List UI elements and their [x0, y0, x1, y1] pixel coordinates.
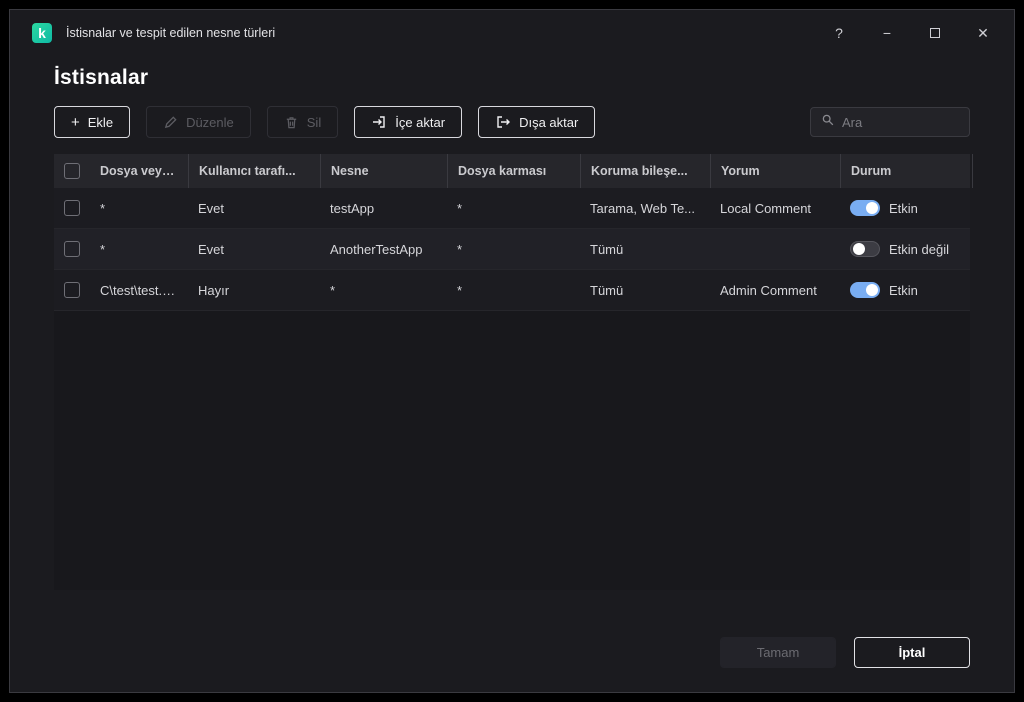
cell-object: testApp: [330, 200, 375, 216]
cell-user-added: Evet: [198, 200, 225, 216]
ok-button[interactable]: Tamam: [720, 637, 836, 668]
column-header-components[interactable]: Koruma bileşe...: [580, 154, 710, 188]
status-toggle[interactable]: [850, 241, 880, 257]
cell-hash: *: [457, 241, 463, 257]
minimize-button[interactable]: −: [878, 25, 896, 41]
edit-button-label: Düzenle: [186, 114, 234, 130]
column-header-spacer: [972, 154, 993, 188]
column-header-status[interactable]: Durum: [840, 154, 972, 188]
cell-hash: *: [457, 200, 463, 216]
toggle-knob: [866, 284, 878, 296]
toolbar: + Ekle Düzenle Sil İçe aktar Dışa aktar …: [10, 90, 1014, 138]
search-icon: [821, 113, 835, 132]
cell-hash: *: [457, 282, 463, 298]
add-button[interactable]: + Ekle: [54, 106, 131, 138]
status-label: Etkin: [889, 282, 918, 298]
table-row[interactable]: C\test\test.exe Hayır * * Tümü Admin Com…: [54, 270, 970, 311]
titlebar: k İstisnalar ve tespit edilen nesne türl…: [10, 10, 1014, 56]
cell-object: AnotherTestApp: [330, 241, 423, 257]
delete-button-label: Sil: [306, 114, 322, 130]
edit-button[interactable]: Düzenle: [146, 106, 251, 138]
column-header-file[interactable]: Dosya veya...: [90, 164, 188, 178]
column-header-hash[interactable]: Dosya karması: [447, 154, 580, 188]
cell-file: C\test\test.exe: [100, 282, 184, 298]
exclusions-table: Dosya veya... Kullanıcı tarafı... Nesne …: [54, 154, 973, 590]
toggle-knob: [866, 202, 878, 214]
import-button-label: İçe aktar: [395, 114, 446, 130]
window-title: İstisnalar ve tespit edilen nesne türler…: [66, 26, 276, 40]
pencil-icon: [163, 115, 178, 130]
cell-file: *: [100, 241, 106, 257]
dialog-window: k İstisnalar ve tespit edilen nesne türl…: [9, 9, 1015, 693]
cell-components: Tümü: [590, 282, 624, 298]
select-all-checkbox[interactable]: [64, 163, 80, 179]
cancel-button[interactable]: İptal: [854, 637, 970, 668]
page-title: İstisnalar: [54, 66, 149, 89]
cell-status: Etkin: [840, 282, 972, 298]
plus-icon: +: [71, 113, 80, 131]
table-row[interactable]: * Evet AnotherTestApp * Tümü Etkin değil: [54, 229, 970, 270]
export-button[interactable]: Dışa aktar: [478, 106, 596, 138]
import-button[interactable]: İçe aktar: [354, 106, 463, 138]
cell-components: Tarama, Web Te...: [590, 200, 696, 216]
import-icon: [371, 114, 387, 130]
column-header-object[interactable]: Nesne: [320, 154, 447, 188]
cell-comment: Local Comment: [720, 200, 812, 216]
dialog-footer: Tamam İptal: [10, 637, 1014, 692]
add-button-label: Ekle: [87, 114, 114, 130]
cell-status: Etkin: [840, 200, 972, 216]
cell-user-added: Evet: [198, 241, 225, 257]
maximize-icon: [930, 28, 940, 38]
search-input[interactable]: [842, 114, 959, 130]
cell-comment: Admin Comment: [720, 282, 817, 298]
export-icon: [495, 114, 511, 130]
row-checkbox[interactable]: [64, 200, 80, 216]
kaspersky-logo-icon: k: [32, 23, 52, 43]
column-header-comment[interactable]: Yorum: [710, 154, 840, 188]
table-empty-area: [54, 311, 970, 590]
help-button[interactable]: ?: [830, 25, 848, 41]
search-box[interactable]: [810, 107, 970, 137]
cell-status: Etkin değil: [840, 241, 972, 257]
status-toggle[interactable]: [850, 282, 880, 298]
row-checkbox[interactable]: [64, 282, 80, 298]
status-label: Etkin: [889, 200, 918, 216]
maximize-button[interactable]: [926, 25, 944, 41]
row-checkbox[interactable]: [64, 241, 80, 257]
column-header-user-added[interactable]: Kullanıcı tarafı...: [188, 154, 320, 188]
close-button[interactable]: ✕: [974, 25, 992, 42]
table-row[interactable]: * Evet testApp * Tarama, Web Te... Local…: [54, 188, 970, 229]
trash-icon: [284, 115, 299, 130]
cell-components: Tümü: [590, 241, 624, 257]
cell-file: *: [100, 200, 106, 216]
status-toggle[interactable]: [850, 200, 880, 216]
delete-button[interactable]: Sil: [266, 106, 339, 138]
status-label: Etkin değil: [889, 241, 949, 257]
toggle-knob: [853, 243, 865, 255]
cell-user-added: Hayır: [198, 282, 230, 298]
cell-object: *: [330, 282, 336, 298]
table-header-row: Dosya veya... Kullanıcı tarafı... Nesne …: [54, 154, 973, 188]
export-button-label: Dışa aktar: [519, 114, 579, 130]
